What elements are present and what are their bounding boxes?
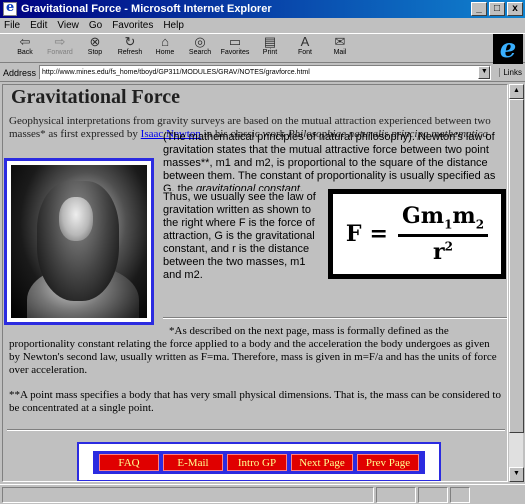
scroll-up-icon[interactable]: ▲ — [509, 84, 524, 99]
mail-button[interactable]: ✉ Mail — [323, 34, 357, 62]
formula-fraction: Gm1m2 r2 — [397, 203, 489, 265]
address-bar: Address http://www.mines.edu/fs_home/tbo… — [0, 64, 525, 82]
search-label: Search — [188, 49, 212, 56]
home-label: Home — [155, 49, 175, 56]
next-page-button[interactable]: Next Page — [291, 453, 353, 471]
intro-text-3: (The mathematical principles of natural … — [163, 131, 496, 191]
stop-label: Stop — [87, 49, 103, 56]
formula-lhs: F — [345, 220, 362, 247]
close-button[interactable]: x — [507, 2, 523, 16]
address-url: http://www.mines.edu/fs_home/tboyd/GP311… — [42, 69, 310, 76]
home-button[interactable]: ⌂ Home — [148, 34, 182, 62]
menu-file[interactable]: File — [4, 20, 20, 31]
maximize-button[interactable]: □ — [489, 2, 505, 16]
address-label: Address — [3, 67, 37, 78]
back-label: Back — [17, 49, 33, 56]
refresh-button[interactable]: ↻ Refresh — [113, 34, 147, 62]
back-button[interactable]: ⇦ Back — [8, 34, 42, 62]
menu-go[interactable]: Go — [89, 20, 102, 31]
toolbar: ⇦ Back ⇨ Forward ⊗ Stop ↻ Refresh ⌂ Home ◎ Sea… — [0, 33, 525, 63]
address-dropdown-icon[interactable]: ▼ — [478, 66, 491, 79]
scroll-down-icon[interactable]: ▼ — [509, 467, 524, 482]
menu-bar: File Edit View Go Favorites Help — [0, 18, 525, 32]
menu-edit[interactable]: Edit — [30, 20, 47, 31]
content-viewport: Gravitational Force Geophysical interpre… — [2, 84, 508, 482]
title-bar: Gravitational Force - Microsoft Internet… — [0, 0, 525, 18]
email-button[interactable]: E-Mail — [163, 453, 223, 471]
wrap-text: Thus, we usually see the law of gravitat… — [163, 191, 316, 281]
font-label: Font — [297, 49, 312, 56]
status-security — [418, 486, 448, 503]
search-button[interactable]: ◎ Search — [183, 34, 217, 62]
minimize-button[interactable]: _ — [471, 2, 487, 16]
status-zone-icon — [450, 486, 470, 503]
gravitation-formula: F = Gm1m2 r2 — [328, 189, 506, 279]
home-icon: ⌂ — [161, 34, 169, 49]
back-arrow-icon: ⇦ — [19, 34, 31, 49]
status-text — [2, 486, 374, 503]
font-button[interactable]: A Font — [288, 34, 322, 62]
law-wrap-text: Thus, we usually see the law of gravitat… — [163, 191, 323, 282]
favorites-label: Favorites — [220, 49, 250, 56]
prev-page-button[interactable]: Prev Page — [357, 453, 419, 471]
newton-portrait-frame — [4, 158, 154, 325]
ie-logo-icon: e — [493, 34, 523, 64]
window-title: Gravitational Force - Microsoft Internet… — [21, 3, 272, 15]
ie-app-icon[interactable] — [3, 0, 17, 16]
address-input[interactable]: http://www.mines.edu/fs_home/tboyd/GP311… — [39, 65, 492, 80]
font-icon: A — [300, 34, 310, 49]
newton-portrait-image — [11, 165, 147, 318]
formula-equation: F = Gm1m2 r2 — [345, 203, 489, 265]
print-label: Print — [262, 49, 278, 56]
mail-icon: ✉ — [334, 34, 346, 49]
divider-bottom — [7, 429, 505, 431]
stop-button[interactable]: ⊗ Stop — [78, 34, 112, 62]
footnote-mass: *As described on the next page, mass is … — [9, 325, 497, 376]
links-button[interactable]: Links — [499, 68, 525, 77]
favorites-button[interactable]: ▭ Favorites — [218, 34, 252, 62]
divider — [163, 317, 507, 319]
mail-label: Mail — [333, 49, 347, 56]
stop-icon: ⊗ — [89, 34, 101, 49]
grav-constant: gravitational constant — [196, 183, 300, 191]
scroll-thumb[interactable] — [509, 99, 524, 433]
forward-label: Forward — [47, 49, 73, 56]
nav-buttons: FAQ E-Mail Intro GP Next Page Prev Page — [93, 450, 425, 474]
print-button[interactable]: ▤ Print — [253, 34, 287, 62]
print-icon: ▤ — [263, 34, 277, 49]
footnote-point-mass: **A point mass specifies a body that has… — [9, 389, 501, 414]
forward-arrow-icon: ⇨ — [54, 34, 66, 49]
status-bar — [0, 484, 525, 504]
page-title: Gravitational Force — [11, 86, 181, 108]
nav-bar: FAQ E-Mail Intro GP Next Page Prev Page — [77, 442, 441, 481]
menu-favorites[interactable]: Favorites — [112, 20, 153, 31]
menu-help[interactable]: Help — [163, 20, 184, 31]
menu-view[interactable]: View — [57, 20, 79, 31]
favorites-icon: ▭ — [228, 34, 242, 49]
vertical-scrollbar[interactable]: ▲ ▼ — [508, 84, 524, 482]
faq-button[interactable]: FAQ — [99, 453, 159, 471]
refresh-icon: ↻ — [124, 34, 136, 49]
formula-numerator: Gm1m2 — [397, 203, 489, 237]
search-icon: ◎ — [194, 34, 206, 49]
formula-denominator: r2 — [433, 238, 453, 265]
status-progress — [376, 486, 416, 503]
formula-equals: = — [369, 220, 388, 247]
law-text: (The mathematical principles of natural … — [163, 131, 503, 191]
intro-gp-button[interactable]: Intro GP — [227, 453, 287, 471]
refresh-label: Refresh — [117, 49, 143, 56]
forward-button[interactable]: ⇨ Forward — [43, 34, 77, 62]
